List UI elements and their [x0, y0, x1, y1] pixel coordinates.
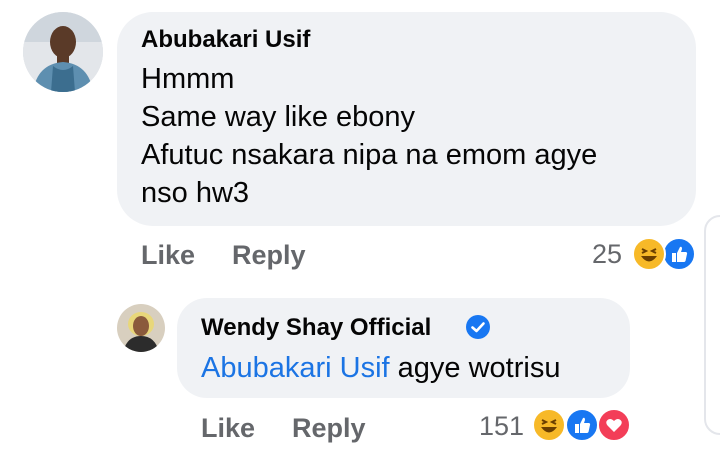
comment-line-2: Same way like ebony [141, 101, 416, 133]
reply-mention-link[interactable]: Abubakari Usif [201, 352, 390, 384]
comment-line-1: Hmmm [141, 63, 235, 95]
reply-like-button[interactable]: Like [201, 413, 255, 444]
reply-text: Abubakari Usif agye wotrisu [201, 352, 560, 385]
comment-reply-button[interactable]: Reply [232, 240, 306, 271]
haha-icon [532, 408, 566, 442]
comment-like-button[interactable]: Like [141, 240, 195, 271]
reply-author[interactable]: Wendy Shay Official [201, 314, 431, 342]
avatar-photo [117, 304, 165, 352]
love-icon [597, 408, 631, 442]
like-icon [662, 237, 696, 271]
comment-line-4: nso hw3 [141, 177, 250, 209]
avatar-photo [23, 12, 103, 92]
reply-reply-button[interactable]: Reply [292, 413, 366, 444]
comment-author[interactable]: Abubakari Usif [141, 26, 310, 54]
reply-message: agye wotrisu [389, 352, 561, 384]
haha-icon [632, 237, 666, 271]
comment-avatar[interactable] [23, 12, 103, 92]
verified-badge-icon [466, 315, 490, 339]
like-icon [565, 408, 599, 442]
reply-reaction-count: 151 [479, 411, 525, 441]
comment-line-3: Afutuc nsakara nipa na emom agye [141, 139, 598, 171]
reply-avatar[interactable] [117, 304, 165, 352]
comment-reaction-count: 25 [592, 239, 623, 269]
scroll-edge [704, 215, 720, 435]
